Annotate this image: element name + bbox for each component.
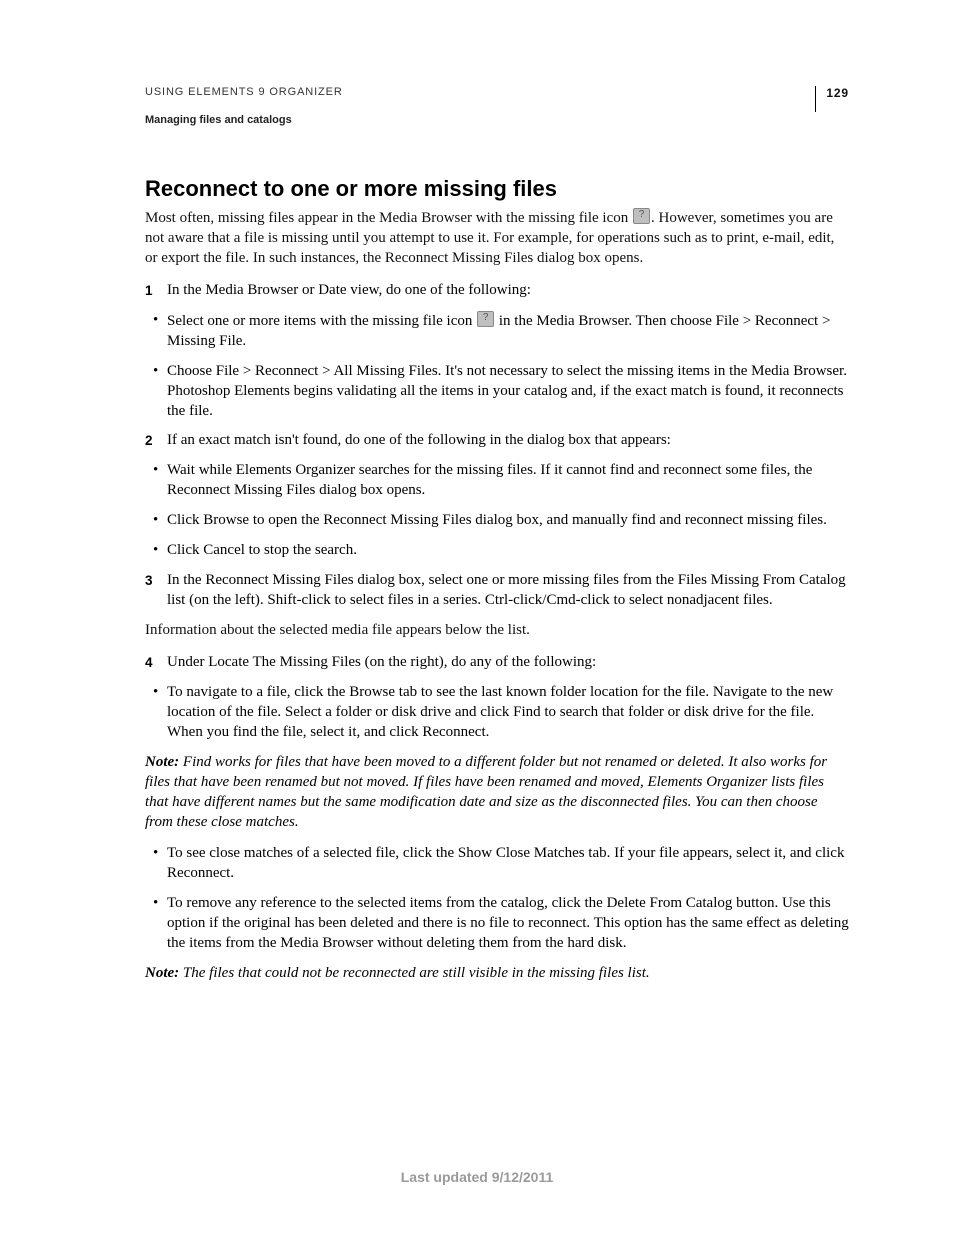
note-text: The files that could not be reconnected … bbox=[179, 965, 650, 981]
bullet-text: Wait while Elements Organizer searches f… bbox=[167, 462, 812, 498]
step-1: 1 In the Media Browser or Date view, do … bbox=[145, 281, 849, 301]
list-item: Choose File > Reconnect > All Missing Fi… bbox=[145, 362, 849, 422]
intro-paragraph: Most often, missing files appear in the … bbox=[145, 208, 849, 269]
list-item: Click Browse to open the Reconnect Missi… bbox=[145, 511, 849, 531]
list-item: To see close matches of a selected file,… bbox=[145, 844, 849, 884]
step-3: 3 In the Reconnect Missing Files dialog … bbox=[145, 571, 849, 611]
section-name: Managing files and catalogs bbox=[145, 114, 849, 126]
bullet-text-a: Select one or more items with the missin… bbox=[167, 313, 476, 329]
list-item: Wait while Elements Organizer searches f… bbox=[145, 461, 849, 501]
note-text: Find works for files that have been move… bbox=[145, 754, 827, 830]
step-text: In the Media Browser or Date view, do on… bbox=[167, 282, 531, 298]
missing-file-icon bbox=[633, 208, 650, 224]
note: Note: The files that could not be reconn… bbox=[145, 964, 849, 984]
bullet-text: Click Cancel to stop the search. bbox=[167, 542, 357, 558]
step-text: In the Reconnect Missing Files dialog bo… bbox=[167, 572, 846, 608]
list-item: To remove any reference to the selected … bbox=[145, 894, 849, 954]
note-label: Note: bbox=[145, 754, 179, 770]
list-item: Select one or more items with the missin… bbox=[145, 311, 849, 352]
running-header: USING ELEMENTS 9 ORGANIZER 129 bbox=[145, 86, 849, 112]
doc-title: USING ELEMENTS 9 ORGANIZER bbox=[145, 86, 343, 98]
step-number: 2 bbox=[145, 432, 153, 450]
bullet-text: To remove any reference to the selected … bbox=[167, 895, 849, 951]
step-text: If an exact match isn't found, do one of… bbox=[167, 432, 671, 448]
bullet-text: Choose File > Reconnect > All Missing Fi… bbox=[167, 363, 847, 419]
step-number: 4 bbox=[145, 654, 153, 672]
step-number: 1 bbox=[145, 282, 153, 300]
intro-text-a: Most often, missing files appear in the … bbox=[145, 210, 632, 226]
footer-updated: Last updated 9/12/2011 bbox=[0, 1169, 954, 1185]
step-text: Under Locate The Missing Files (on the r… bbox=[167, 654, 596, 670]
article-title: Reconnect to one or more missing files bbox=[145, 176, 849, 202]
bullet-text: To see close matches of a selected file,… bbox=[167, 845, 844, 881]
note-label: Note: bbox=[145, 965, 179, 981]
body-paragraph: Information about the selected media fil… bbox=[145, 621, 849, 641]
step-4: 4 Under Locate The Missing Files (on the… bbox=[145, 653, 849, 673]
step-2: 2 If an exact match isn't found, do one … bbox=[145, 431, 849, 451]
list-item: To navigate to a file, click the Browse … bbox=[145, 683, 849, 743]
list-item: Click Cancel to stop the search. bbox=[145, 541, 849, 561]
note: Note: Find works for files that have bee… bbox=[145, 753, 849, 833]
step-number: 3 bbox=[145, 572, 153, 590]
page-number: 129 bbox=[815, 86, 849, 112]
missing-file-icon bbox=[477, 311, 494, 327]
bullet-text: To navigate to a file, click the Browse … bbox=[167, 684, 833, 740]
bullet-text: Click Browse to open the Reconnect Missi… bbox=[167, 512, 827, 528]
